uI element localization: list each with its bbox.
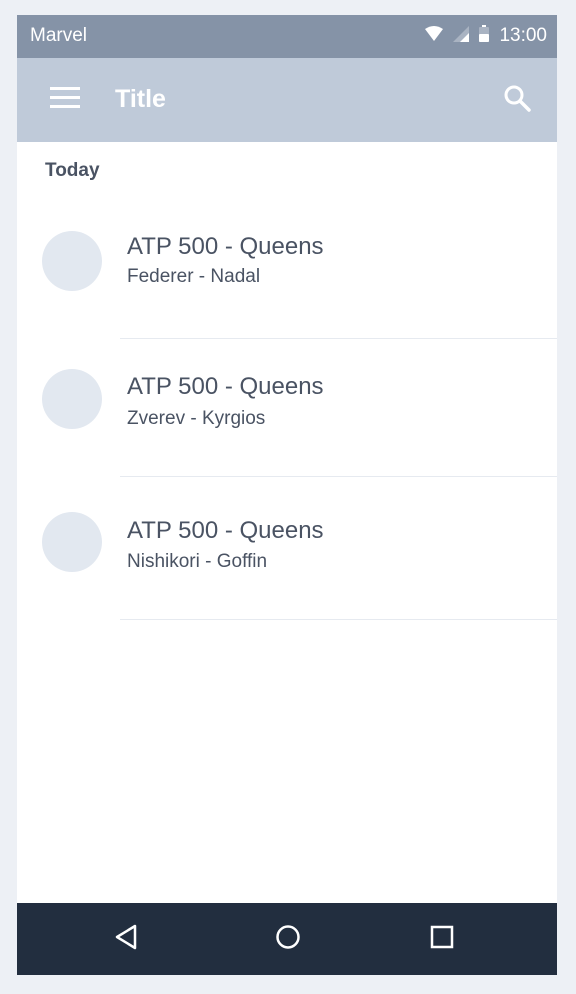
- back-icon: [114, 924, 138, 955]
- status-bar: Marvel 13:00: [17, 15, 557, 58]
- page-title: Title: [115, 85, 166, 113]
- status-icons: 13:00: [425, 24, 547, 48]
- status-time: 13:00: [499, 25, 547, 46]
- list-item[interactable]: ATP 500 - Queens Nishikori - Goffin: [17, 477, 557, 615]
- avatar: [42, 369, 102, 429]
- list-item[interactable]: ATP 500 - Queens Zverev - Kyrgios: [17, 339, 557, 477]
- list-item[interactable]: ATP 500 - Queens Federer - Nadal: [17, 201, 557, 339]
- navigation-bar: [17, 903, 557, 975]
- home-button[interactable]: [270, 921, 306, 957]
- item-subtitle: Nishikori - Goffin: [127, 551, 268, 572]
- home-icon: [275, 924, 301, 955]
- recents-button[interactable]: [424, 921, 460, 957]
- section-header: Today: [45, 160, 100, 181]
- signal-icon: [453, 25, 470, 47]
- wifi-icon: [425, 25, 444, 47]
- divider: [120, 619, 557, 620]
- avatar: [42, 512, 102, 572]
- search-button[interactable]: [497, 82, 537, 118]
- item-subtitle: Federer - Nadal: [127, 266, 261, 287]
- avatar: [42, 231, 102, 291]
- search-icon: [503, 84, 531, 117]
- item-title: ATP 500 - Queens: [127, 233, 324, 260]
- menu-icon: [50, 86, 80, 114]
- phone-screen: Marvel 13:00 Title Today ATP 500 - Queen…: [17, 15, 557, 975]
- item-subtitle: Zverev - Kyrgios: [127, 408, 266, 429]
- recents-icon: [430, 925, 454, 954]
- back-button[interactable]: [108, 921, 144, 957]
- carrier-name: Marvel: [30, 25, 88, 46]
- menu-button[interactable]: [45, 82, 85, 118]
- battery-icon: [479, 25, 490, 47]
- app-bar: Title: [17, 58, 557, 142]
- item-title: ATP 500 - Queens: [127, 517, 324, 544]
- item-title: ATP 500 - Queens: [127, 373, 324, 400]
